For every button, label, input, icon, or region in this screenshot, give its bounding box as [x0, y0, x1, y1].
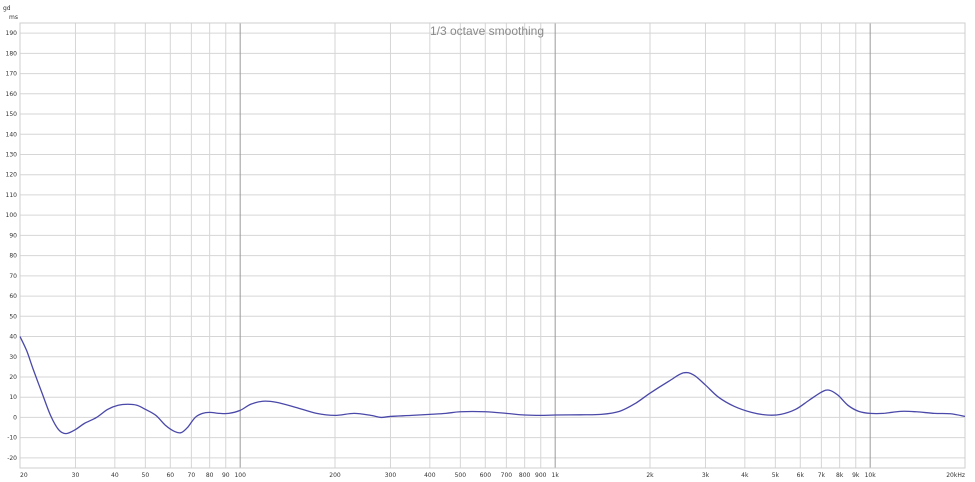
- y-tick-label: 180: [6, 50, 18, 57]
- y-tick-label: 50: [9, 313, 17, 320]
- y-tick-label: 10: [9, 394, 17, 401]
- x-tick-label: 900: [535, 472, 547, 479]
- y-tick-label: 60: [9, 293, 17, 300]
- x-tick-label: 30: [72, 472, 80, 479]
- x-tick-label: 100: [234, 472, 246, 479]
- y-axis-label: gd: [3, 5, 11, 12]
- y-tick-label: 190: [6, 30, 18, 37]
- x-tick-label: 80: [206, 472, 214, 479]
- x-tick-label: 90: [222, 472, 230, 479]
- y-tick-label: 20: [9, 374, 17, 381]
- x-tick-label: 2k: [646, 472, 654, 479]
- chart-title: 1/3 octave smoothing: [430, 24, 544, 38]
- x-tick-label: 70: [188, 472, 196, 479]
- y-tick-label: 130: [6, 151, 18, 158]
- y-tick-label: 150: [6, 111, 18, 118]
- y-axis-unit: ms: [9, 14, 18, 21]
- x-tick-label: 700: [501, 472, 513, 479]
- x-tick-label: 600: [480, 472, 492, 479]
- y-tick-label: 90: [9, 232, 17, 239]
- y-tick-label: 70: [9, 273, 17, 280]
- x-tick-label: 500: [455, 472, 467, 479]
- x-tick-label: 7k: [818, 472, 826, 479]
- x-tick-label: 50: [142, 472, 150, 479]
- x-tick-label: 200: [329, 472, 341, 479]
- y-tick-label: 170: [6, 71, 18, 78]
- y-tick-label: -10: [7, 435, 17, 442]
- x-tick-label: 5k: [772, 472, 780, 479]
- y-tick-label: 160: [6, 91, 18, 98]
- x-tick-label: 10k: [865, 472, 877, 479]
- y-tick-label: 120: [6, 172, 18, 179]
- x-tick-label: 6k: [797, 472, 805, 479]
- y-tick-label: 0: [13, 414, 17, 421]
- x-tick-label: 20kHz: [946, 472, 965, 479]
- y-tick-label: -20: [7, 455, 17, 462]
- y-tick-label: 110: [6, 192, 18, 199]
- group-delay-chart: 1901801701601501401301201101009080706050…: [0, 0, 975, 482]
- x-tick-label: 8k: [836, 472, 844, 479]
- y-tick-label: 80: [9, 253, 17, 260]
- x-tick-label: 40: [111, 472, 119, 479]
- x-tick-label: 60: [166, 472, 174, 479]
- x-tick-label: 3k: [702, 472, 710, 479]
- x-tick-label: 800: [519, 472, 531, 479]
- y-tick-label: 100: [6, 212, 18, 219]
- y-tick-label: 30: [9, 354, 17, 361]
- y-tick-label: 40: [9, 334, 17, 341]
- y-tick-label: 140: [6, 131, 18, 138]
- x-tick-label: 1k: [552, 472, 560, 479]
- x-tick-label: 300: [385, 472, 397, 479]
- x-tick-label: 400: [424, 472, 436, 479]
- x-tick-label: 4k: [741, 472, 749, 479]
- x-tick-label: 20: [20, 472, 28, 479]
- x-tick-label: 9k: [852, 472, 860, 479]
